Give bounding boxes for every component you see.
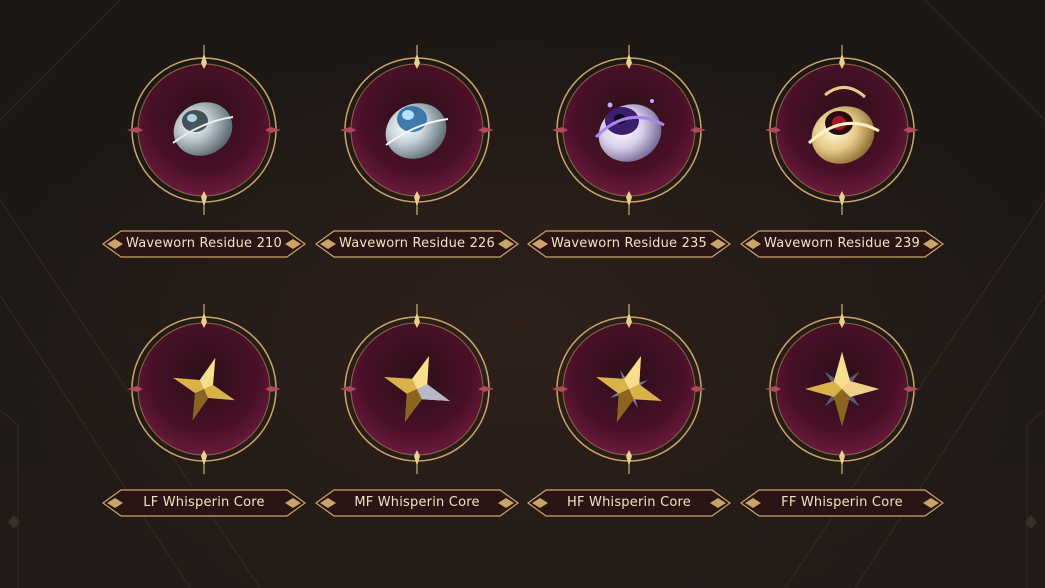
- hf-whisperin-core-icon: [596, 356, 662, 422]
- item-label: MF Whisperin Core: [354, 495, 480, 510]
- item-label-banner: LF Whisperin Core: [99, 486, 309, 520]
- item-label-banner: Waveworn Residue 226: [312, 227, 522, 261]
- mf-whisperin-core-icon: [384, 356, 450, 422]
- item-label-banner: MF Whisperin Core: [312, 486, 522, 520]
- item-label-banner: FF Whisperin Core: [737, 486, 947, 520]
- waveworn-residue-226-icon: [385, 103, 449, 159]
- item-label: FF Whisperin Core: [781, 495, 903, 510]
- item-label-banner: Waveworn Residue 210: [99, 227, 309, 261]
- waveworn-residue-210-icon: [172, 102, 234, 156]
- ff-whisperin-core-icon: [805, 352, 879, 426]
- item-label: LF Whisperin Core: [143, 495, 265, 510]
- item-label-banner: HF Whisperin Core: [524, 486, 734, 520]
- waveworn-residue-235-icon: [594, 99, 665, 162]
- item-label: Waveworn Residue 226: [338, 236, 496, 251]
- item-label-banner: Waveworn Residue 239: [737, 227, 947, 261]
- lf-whisperin-core-icon: [172, 357, 236, 421]
- item-label: Waveworn Residue 210: [125, 236, 283, 251]
- waveworn-residue-239-icon: [807, 86, 880, 164]
- item-label: Waveworn Residue 239: [763, 236, 921, 251]
- item-label-banner: Waveworn Residue 235: [524, 227, 734, 261]
- item-label: HF Whisperin Core: [567, 495, 691, 510]
- item-label: Waveworn Residue 235: [550, 236, 708, 251]
